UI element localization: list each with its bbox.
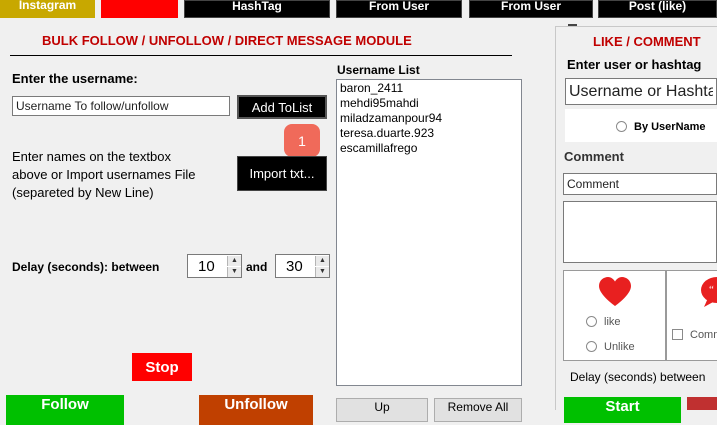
comment-textarea[interactable] [563,201,717,263]
comment-input[interactable] [563,173,717,195]
notification-badge: 1 [284,124,320,157]
instructions-line-3: (separeted by New Line) [12,185,154,200]
instructions-line-2: above or Import usernames File [12,167,196,182]
like-user-input[interactable] [565,78,717,105]
tab-hashtag[interactable]: HashTag [184,0,330,18]
comment-option-label: Comment [690,329,717,341]
delay-and-label: and [246,260,268,274]
tab-post-like[interactable]: Post (like) [598,0,717,18]
like-delay-label: Delay (seconds) between [570,370,706,384]
list-item[interactable]: miladzamanpour94 [337,111,521,126]
follow-button[interactable]: Follow [6,395,124,425]
username-list-header: Username List [337,63,420,77]
like-module-dash [568,24,577,26]
start-button[interactable]: Start [564,397,681,423]
username-label: Enter the username: [12,71,138,86]
list-item[interactable]: mehdi95mahdi [337,96,521,111]
remove-all-button[interactable]: Remove All [434,398,522,422]
tab-from-user-1[interactable]: From User [336,0,462,18]
like-option-label: like [604,316,621,328]
delay-from-value: 10 [198,258,215,275]
heart-icon [597,276,633,308]
unlike-radio[interactable] [586,341,597,352]
username-input[interactable] [12,96,230,116]
unfollow-button[interactable]: Unfollow [199,395,313,425]
follow-module-title: BULK FOLLOW / UNFOLLOW / DIRECT MESSAGE … [42,33,412,48]
list-item[interactable]: baron_2411 [337,81,521,96]
instructions-line-1: Enter names on the textbox [12,149,171,164]
by-username-label: By UserName [634,121,706,133]
add-to-list-button[interactable]: Add ToList [237,95,327,119]
speech-bubble-icon: “ [700,276,717,308]
tab-instagram[interactable]: Instagram [0,0,95,18]
unlike-option-label: Unlike [604,341,635,353]
tab-from-user-2[interactable]: From User [469,0,593,18]
like-module-title: LIKE / COMMENT [593,34,701,49]
delay-from-up-icon[interactable]: ▲ [227,256,241,266]
svg-text:“: “ [709,284,714,296]
delay-to-value: 30 [286,258,303,275]
delay-to-up-icon[interactable]: ▲ [315,256,329,266]
comment-checkbox[interactable] [672,329,683,340]
delay-from-spinner[interactable]: 10 ▲ ▼ [187,254,242,278]
like-radio[interactable] [586,316,597,327]
delay-from-down-icon[interactable]: ▼ [227,267,241,277]
list-item[interactable]: escamillafrego [337,141,521,156]
stop-like-button[interactable] [687,397,717,410]
follow-module-panel [0,25,12,410]
by-username-radio[interactable] [616,121,627,132]
delay-to-spinner[interactable]: 30 ▲ ▼ [275,254,330,278]
title-underline [10,55,512,56]
list-up-button[interactable]: Up [336,398,428,422]
tab-red[interactable] [101,0,178,18]
delay-to-down-icon[interactable]: ▼ [315,267,329,277]
like-user-label: Enter user or hashtag [567,57,702,72]
stop-button[interactable]: Stop [132,353,192,381]
list-item[interactable]: teresa.duarte.923 [337,126,521,141]
instructions-text: Enter names on the textbox above or Impo… [12,148,196,202]
username-listbox[interactable]: baron_2411 mehdi95mahdi miladzamanpour94… [336,79,522,386]
import-txt-button[interactable]: Import txt... [237,156,327,191]
delay-label: Delay (seconds): between [12,260,160,274]
comment-label: Comment [564,149,624,164]
